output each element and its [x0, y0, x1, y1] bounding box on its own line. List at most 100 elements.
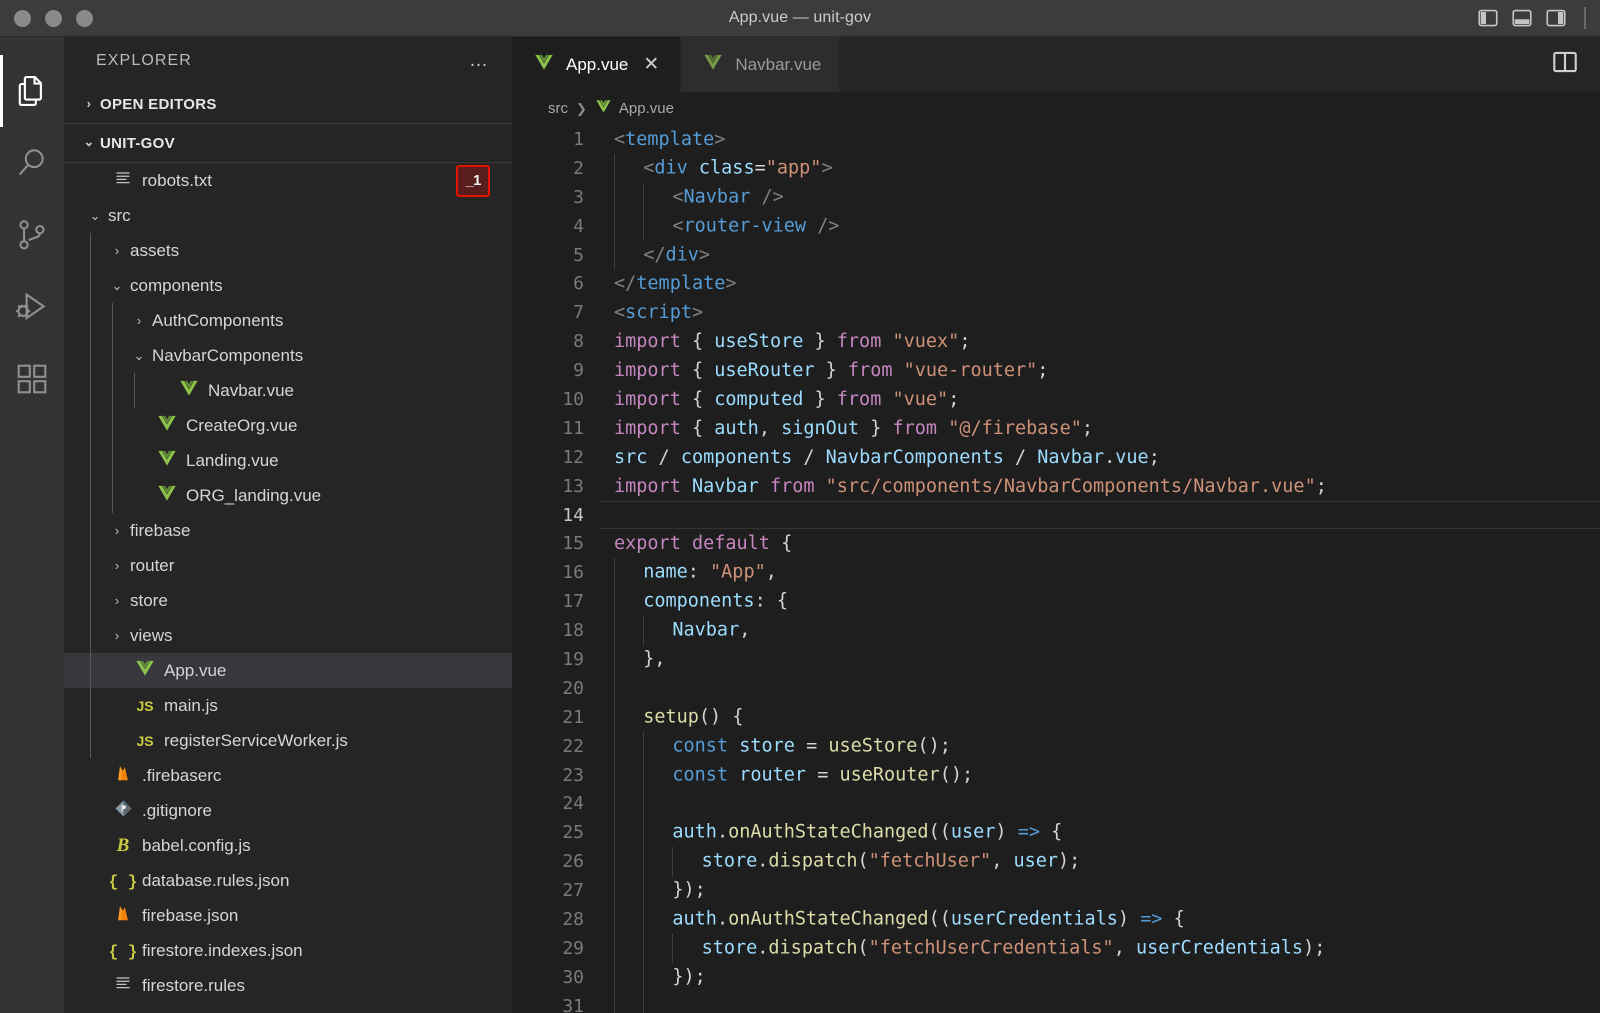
code-indent-guide: [643, 760, 658, 790]
section-folder-root[interactable]: ⌄ UNIT-GOV: [64, 123, 512, 163]
activity-item-run-and-debug[interactable]: [0, 271, 64, 343]
code-tokens: import { useStore } from "vuex";: [614, 331, 970, 352]
tree-item-robots-txt[interactable]: robots.txt _1: [64, 163, 512, 198]
code-indent-guide: [614, 211, 629, 241]
code-line[interactable]: 4 <router-view />: [512, 211, 1600, 241]
code-line[interactable]: 25 auth.onAuthStateChanged((user) => {: [512, 818, 1600, 848]
file-tree[interactable]: robots.txt _1 ⌄ src › assets ⌄ components › AuthC…: [64, 163, 512, 1013]
section-open-editors[interactable]: › OPEN EDITORS: [64, 85, 512, 123]
code-token: "app": [765, 157, 822, 179]
activity-item-explorer[interactable]: [0, 55, 64, 127]
sidebar-more-actions-icon[interactable]: …: [469, 51, 490, 70]
tree-item-registerserviceworker-js[interactable]: JS registerServiceWorker.js: [64, 723, 512, 758]
code-line[interactable]: 21 setup() {: [512, 702, 1600, 732]
tree-item-router[interactable]: › router: [64, 548, 512, 583]
tree-item-components[interactable]: ⌄ components: [64, 268, 512, 303]
code-line[interactable]: 5 </div>: [512, 240, 1600, 270]
tree-item-assets[interactable]: › assets: [64, 233, 512, 268]
toggle-panel-icon[interactable]: [1512, 8, 1532, 28]
code-line[interactable]: 16 name: "App",: [512, 558, 1600, 588]
file-icon-wrapper: JS: [130, 731, 160, 751]
code-line[interactable]: 19},: [512, 645, 1600, 674]
code-line[interactable]: 28 auth.onAuthStateChanged((userCredentia…: [512, 905, 1600, 934]
code-line-content: Navbar,: [600, 616, 1600, 645]
tree-item-views[interactable]: › views: [64, 618, 512, 653]
chevron-right-icon[interactable]: ›: [126, 313, 152, 328]
code-line[interactable]: 2 <div class="app">: [512, 153, 1600, 183]
code-token: ,: [739, 619, 751, 641]
code-line[interactable]: 6 </template>: [512, 269, 1600, 298]
tree-item-database-rules-json[interactable]: { } database.rules.json: [64, 863, 512, 898]
layout-controls: [1478, 7, 1586, 29]
close-icon[interactable]: ✕: [640, 55, 662, 74]
activity-item-source-control[interactable]: [0, 199, 64, 271]
tree-item-label: .gitignore: [142, 800, 212, 820]
tree-item-navbar-vue[interactable]: Navbar.vue: [64, 373, 512, 408]
tree-item-firebase[interactable]: › firebase: [64, 513, 512, 548]
chevron-right-icon[interactable]: ›: [104, 593, 130, 608]
code-line[interactable]: 8 import { useStore } from "vuex";: [512, 327, 1600, 356]
tree-item-firestore-rules[interactable]: firestore.rules: [64, 968, 512, 1003]
code-line[interactable]: 1 <template>: [512, 125, 1600, 154]
minimize-window-button[interactable]: [45, 9, 62, 27]
code-line[interactable]: 15 export default {: [512, 529, 1600, 558]
editor-tab-navbar-vue[interactable]: Navbar.vue: [681, 37, 841, 92]
tree-item-firebase-json[interactable]: firebase.json: [64, 898, 512, 933]
code-line[interactable]: 24: [512, 789, 1600, 819]
code-line[interactable]: 14: [512, 500, 1600, 530]
code-line[interactable]: 23 const router = useRouter();: [512, 760, 1600, 790]
tree-item-navbarcomponents[interactable]: ⌄ NavbarComponents: [64, 338, 512, 373]
chevron-right-icon[interactable]: ›: [104, 243, 130, 258]
tree-item-store[interactable]: › store: [64, 583, 512, 618]
split-editor-icon[interactable]: [1552, 49, 1578, 80]
code-line[interactable]: 31: [512, 991, 1600, 1013]
chevron-down-icon[interactable]: ⌄: [104, 278, 130, 294]
maximize-window-button[interactable]: [76, 9, 93, 27]
chevron-down-icon[interactable]: ⌄: [126, 348, 152, 364]
code-line[interactable]: 11 import { auth, signOut } from "@/fireb…: [512, 414, 1600, 443]
tree-item-main-js[interactable]: JS main.js: [64, 688, 512, 723]
tree-item-src[interactable]: ⌄ src: [64, 198, 512, 233]
tree-item-babel-config-js[interactable]: Bbabel.config.js: [64, 828, 512, 863]
code-line[interactable]: 27});: [512, 876, 1600, 905]
code-line[interactable]: 9 import { useRouter } from "vue-router";: [512, 356, 1600, 385]
code-line[interactable]: 22 const store = useStore();: [512, 731, 1600, 761]
tree-item-createorg-vue[interactable]: CreateOrg.vue: [64, 408, 512, 443]
tree-item-landing-vue[interactable]: Landing.vue: [64, 443, 512, 478]
toggle-secondary-sidebar-icon[interactable]: [1546, 8, 1566, 28]
code-line[interactable]: 10 import { computed } from "vue";: [512, 385, 1600, 414]
activity-item-extensions[interactable]: [0, 343, 64, 415]
activity-item-search[interactable]: [0, 127, 64, 199]
editor-tab-app-vue[interactable]: App.vue ✕: [512, 37, 682, 92]
code-line[interactable]: 18 Navbar,: [512, 616, 1600, 645]
code-line[interactable]: 26 store.dispatch("fetchUser", user);: [512, 847, 1600, 877]
code-line[interactable]: 20: [512, 673, 1600, 703]
chevron-right-icon[interactable]: ›: [104, 628, 130, 643]
code-token: computed: [714, 388, 804, 410]
code-line[interactable]: 13 import Navbar from "src/components/Nav…: [512, 472, 1600, 501]
tree-item-authcomponents[interactable]: › AuthComponents: [64, 303, 512, 338]
code-line[interactable]: 29 store.dispatch("fetchUserCredentials",…: [512, 933, 1600, 963]
tree-item-app-vue[interactable]: App.vue: [64, 653, 512, 688]
code-line[interactable]: 3 <Navbar />: [512, 182, 1600, 212]
code-editor[interactable]: 1 <template> 2 <div class="app"> 3 <Navbar />…: [512, 125, 1600, 1013]
tree-item-firestore-indexes-json[interactable]: { } firestore.indexes.json: [64, 933, 512, 968]
code-token: >: [714, 128, 726, 150]
code-line[interactable]: 30});: [512, 962, 1600, 992]
close-window-button[interactable]: [14, 9, 31, 27]
chevron-down-icon[interactable]: ⌄: [82, 208, 108, 224]
breadcrumb-item-folder[interactable]: src: [548, 100, 568, 117]
tree-item-gitignore[interactable]: .gitignore: [64, 793, 512, 828]
tree-item-org-landing-vue[interactable]: ORG_landing.vue: [64, 478, 512, 513]
chevron-right-icon[interactable]: ›: [104, 523, 130, 538]
code-token: script: [625, 302, 692, 324]
code-line[interactable]: 7 <script>: [512, 298, 1600, 327]
tree-item-firebaserc[interactable]: .firebaserc: [64, 758, 512, 793]
code-line[interactable]: 17 components: {: [512, 587, 1600, 617]
breadcrumb-item-file[interactable]: App.vue: [595, 98, 674, 119]
toggle-primary-sidebar-icon[interactable]: [1478, 8, 1498, 28]
code-line[interactable]: 12 src / components / NavbarComponents / …: [512, 443, 1600, 472]
code-token: useStore: [714, 331, 804, 353]
chevron-right-icon[interactable]: ›: [104, 558, 130, 573]
